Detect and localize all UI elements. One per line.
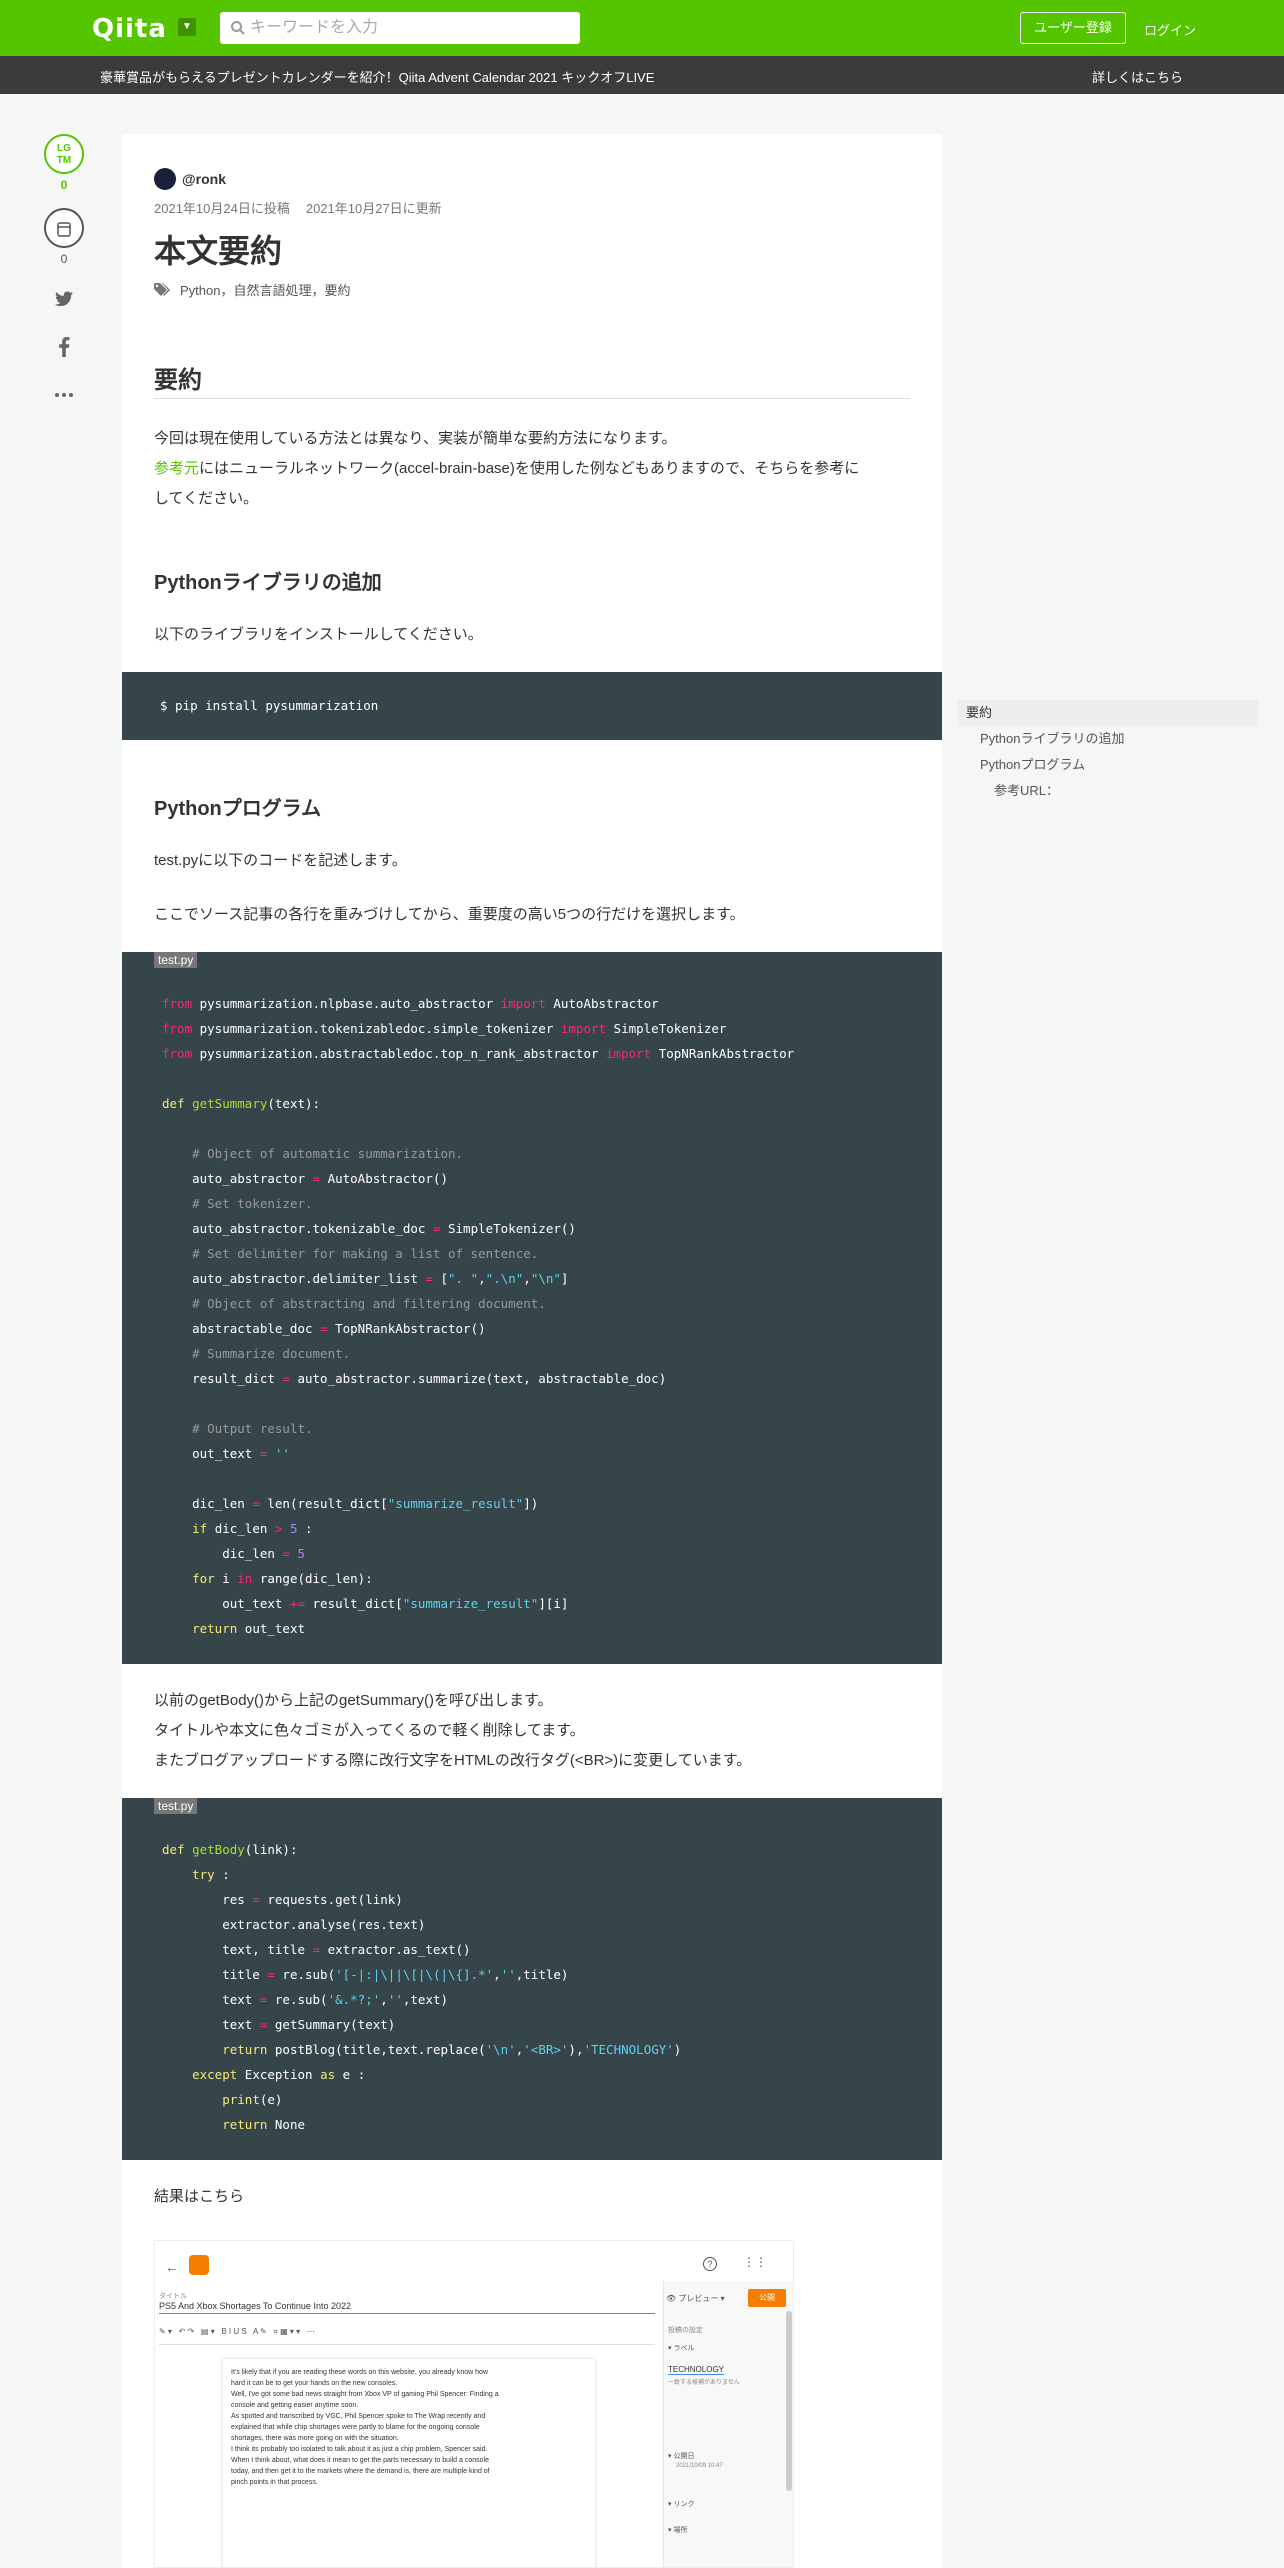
label-heading: ラベル bbox=[673, 2345, 695, 2352]
search-input[interactable] bbox=[250, 12, 570, 44]
tag-icon bbox=[154, 282, 170, 296]
location-heading: 場所 bbox=[673, 2527, 688, 2534]
facebook-icon[interactable] bbox=[44, 332, 84, 362]
search-box bbox=[220, 12, 580, 44]
label-value: TECHNOLOGY bbox=[668, 2365, 725, 2375]
paragraph-library: 以下のライブラリをインストールしてください。 bbox=[154, 626, 483, 643]
post-body-text: It's likely that if you are reading thes… bbox=[223, 2359, 595, 2567]
article-body: @ronk 2021年10月24日に投稿 2021年10月27日に更新 本文要約 … bbox=[122, 134, 942, 2568]
publish-button: 公開 bbox=[748, 2289, 786, 2307]
site-header: Qiita ▼ ユーザー登録 ログイン bbox=[0, 0, 1284, 56]
article-title: 本文要約 bbox=[154, 233, 283, 269]
lgtm-label-top: LG bbox=[57, 143, 71, 154]
link-section: ▾ リンク bbox=[668, 2501, 695, 2508]
post-dates: 2021年10月24日に投稿 2021年10月27日に更新 bbox=[154, 198, 442, 217]
after-line-3: またブログアップロードする際に改行文字をHTMLの改行タグ(<BR>)に変更して… bbox=[154, 1752, 752, 1769]
paragraph-program-1: test.pyに以下のコードを記述します。 bbox=[154, 852, 407, 869]
stock-button[interactable] bbox=[44, 208, 84, 248]
after-line-2: タイトルや本文に色々ゴミが入ってくるので軽く削除してます。 bbox=[154, 1722, 585, 1739]
back-arrow-icon: ← bbox=[165, 2259, 179, 2275]
body-line: I think its probably too isolated to tal… bbox=[231, 2446, 488, 2453]
body-line: Well, I've got some bad news straight fr… bbox=[231, 2391, 499, 2398]
paragraph-result: 結果はこちら bbox=[154, 2188, 245, 2205]
result-screenshot: ← ? ⋮⋮ タイトル PS5 And Xbox Shortages To Co… bbox=[154, 2240, 794, 2568]
intro-line-2-rest: にはニューラルネットワーク(accel-brain-base)を使用した例なども… bbox=[199, 460, 860, 477]
lgtm-button[interactable]: LG TM bbox=[44, 134, 84, 174]
toc-item-library[interactable]: Pythonライブラリの追加 bbox=[958, 726, 1258, 752]
heading-summary: 要約 bbox=[154, 367, 202, 394]
login-link[interactable]: ログイン bbox=[1144, 20, 1196, 39]
tag-list: Python，自然言語処理，要約 bbox=[154, 280, 350, 299]
qiita-logo[interactable]: Qiita bbox=[92, 14, 167, 44]
twitter-icon[interactable] bbox=[44, 284, 84, 314]
code-block-summary: test.py from pysummarization.nlpbase.aut… bbox=[122, 952, 942, 1664]
code-filename: test.py bbox=[154, 952, 198, 968]
settings-label: 投稿の設定 bbox=[668, 2327, 703, 2334]
label-note: 一致する候補がありません bbox=[668, 2380, 740, 2386]
post-title-text: PS5 And Xbox Shortages To Continue Into … bbox=[159, 2301, 655, 2314]
editor-toolbar: ✎ ▾ ↶ ↷ ▤ ▾ B I U S A ✎ ⌗ ▦ ▾ ▾ ⋯ bbox=[159, 2327, 655, 2345]
signup-button[interactable]: ユーザー登録 bbox=[1020, 12, 1126, 44]
link-heading: リンク bbox=[673, 2501, 695, 2508]
action-rail: LG TM 0 0 bbox=[44, 134, 88, 410]
heading-program: Pythonプログラム bbox=[154, 798, 322, 820]
paragraph-after: 以前のgetBody()から上記のgetSummary()を呼び出します。 タイ… bbox=[154, 1686, 910, 1776]
label-section: ▾ ラベル bbox=[668, 2345, 695, 2352]
body-line: console and getting easier anytime soon. bbox=[231, 2402, 359, 2409]
body-line: shortages, there was more going on with … bbox=[231, 2435, 399, 2442]
publish-label: 公開 bbox=[759, 2293, 775, 2302]
preview-label: プレビュー bbox=[678, 2294, 719, 2303]
body-line: today, and then get it to the markets wh… bbox=[231, 2468, 490, 2475]
intro-line-2: 参考元にはニューラルネットワーク(accel-brain-base)を使用した例… bbox=[154, 454, 910, 484]
posted-date: 2021年10月24日に投稿 bbox=[154, 201, 290, 216]
lgtm-count: 0 bbox=[60, 178, 68, 192]
author-name[interactable]: @ronk bbox=[182, 171, 226, 187]
body-line: pinch points in that process. bbox=[231, 2479, 318, 2486]
preview-button: 👁 プレビュー ▾ bbox=[666, 2294, 725, 2303]
body-line: When I think about, what does it mean to… bbox=[231, 2457, 489, 2464]
stock-count: 0 bbox=[60, 252, 68, 266]
body-line: hard it can be to get your hands on the … bbox=[231, 2380, 398, 2387]
location-section: ▾ 場所 bbox=[668, 2527, 688, 2534]
heading-divider bbox=[154, 398, 910, 399]
avatar[interactable] bbox=[154, 168, 176, 190]
table-of-contents: 要約 Pythonライブラリの追加 Pythonプログラム 参考URL： bbox=[958, 700, 1258, 804]
published-section: ▾ 公開日 bbox=[668, 2453, 695, 2460]
heading-library: Pythonライブラリの追加 bbox=[154, 572, 382, 594]
post-settings-panel: 👁 プレビュー ▾ 公開 投稿の設定 ▾ ラベル TECHNOLOGY 一致する… bbox=[663, 2281, 793, 2567]
code-install-line: $ pip install pysummarization bbox=[160, 698, 379, 713]
body-line: As spotted and transcribed by VGC, Phil … bbox=[231, 2413, 486, 2420]
paragraph-intro: 今回は現在使用している方法とは異なり、実装が簡単な要約方法になります。 参考元に… bbox=[154, 424, 910, 514]
intro-line-3: してください。 bbox=[154, 490, 259, 507]
apps-icon: ⋮⋮ bbox=[743, 2255, 767, 2269]
code-filename-2: test.py bbox=[154, 1798, 198, 1814]
published-date: 2021/10/09 10:47 bbox=[676, 2463, 723, 2469]
code-block-install: $ pip install pysummarization bbox=[122, 672, 942, 740]
tags-text[interactable]: Python，自然言語処理，要約 bbox=[180, 280, 350, 299]
announcement-text: 豪華賞品がもらえるプレゼントカレンダーを紹介！Qiita Advent Cale… bbox=[100, 70, 655, 85]
title-label: タイトル bbox=[159, 2293, 187, 2300]
body-line: explained that while chip shortages were… bbox=[231, 2424, 480, 2431]
announcement-link[interactable]: 詳しくはこちら bbox=[1092, 67, 1183, 86]
intro-line-1: 今回は現在使用している方法とは異なり、実装が簡単な要約方法になります。 bbox=[154, 430, 677, 447]
panel-scrollbar bbox=[786, 2311, 792, 2491]
body-line: It's likely that if you are reading thes… bbox=[231, 2369, 488, 2376]
toc-item-program[interactable]: Pythonプログラム bbox=[958, 752, 1258, 778]
code-block-getbody: test.py def getBody(link): try : res = r… bbox=[122, 1798, 942, 2160]
paragraph-program-2: ここでソース記事の各行を重みづけしてから、重要度の高い5つの行だけを選択します。 bbox=[154, 906, 745, 923]
reference-link[interactable]: 参考元 bbox=[154, 460, 199, 477]
after-line-1: 以前のgetBody()から上記のgetSummary()を呼び出します。 bbox=[154, 1692, 553, 1709]
updated-date: 2021年10月27日に更新 bbox=[305, 201, 442, 216]
toc-item-reference[interactable]: 参考URL： bbox=[958, 778, 1258, 804]
chevron-down-icon[interactable]: ▼ bbox=[178, 18, 196, 36]
stock-icon bbox=[57, 222, 71, 237]
help-icon: ? bbox=[703, 2257, 717, 2271]
search-icon bbox=[231, 21, 245, 35]
blogger-logo-icon bbox=[189, 2255, 209, 2275]
lgtm-label-bottom: TM bbox=[56, 155, 72, 166]
more-icon[interactable] bbox=[44, 380, 84, 410]
published-heading: 公開日 bbox=[673, 2453, 695, 2460]
toc-item-summary[interactable]: 要約 bbox=[958, 700, 1258, 726]
announcement-bar: 豪華賞品がもらえるプレゼントカレンダーを紹介！Qiita Advent Cale… bbox=[0, 56, 1284, 94]
